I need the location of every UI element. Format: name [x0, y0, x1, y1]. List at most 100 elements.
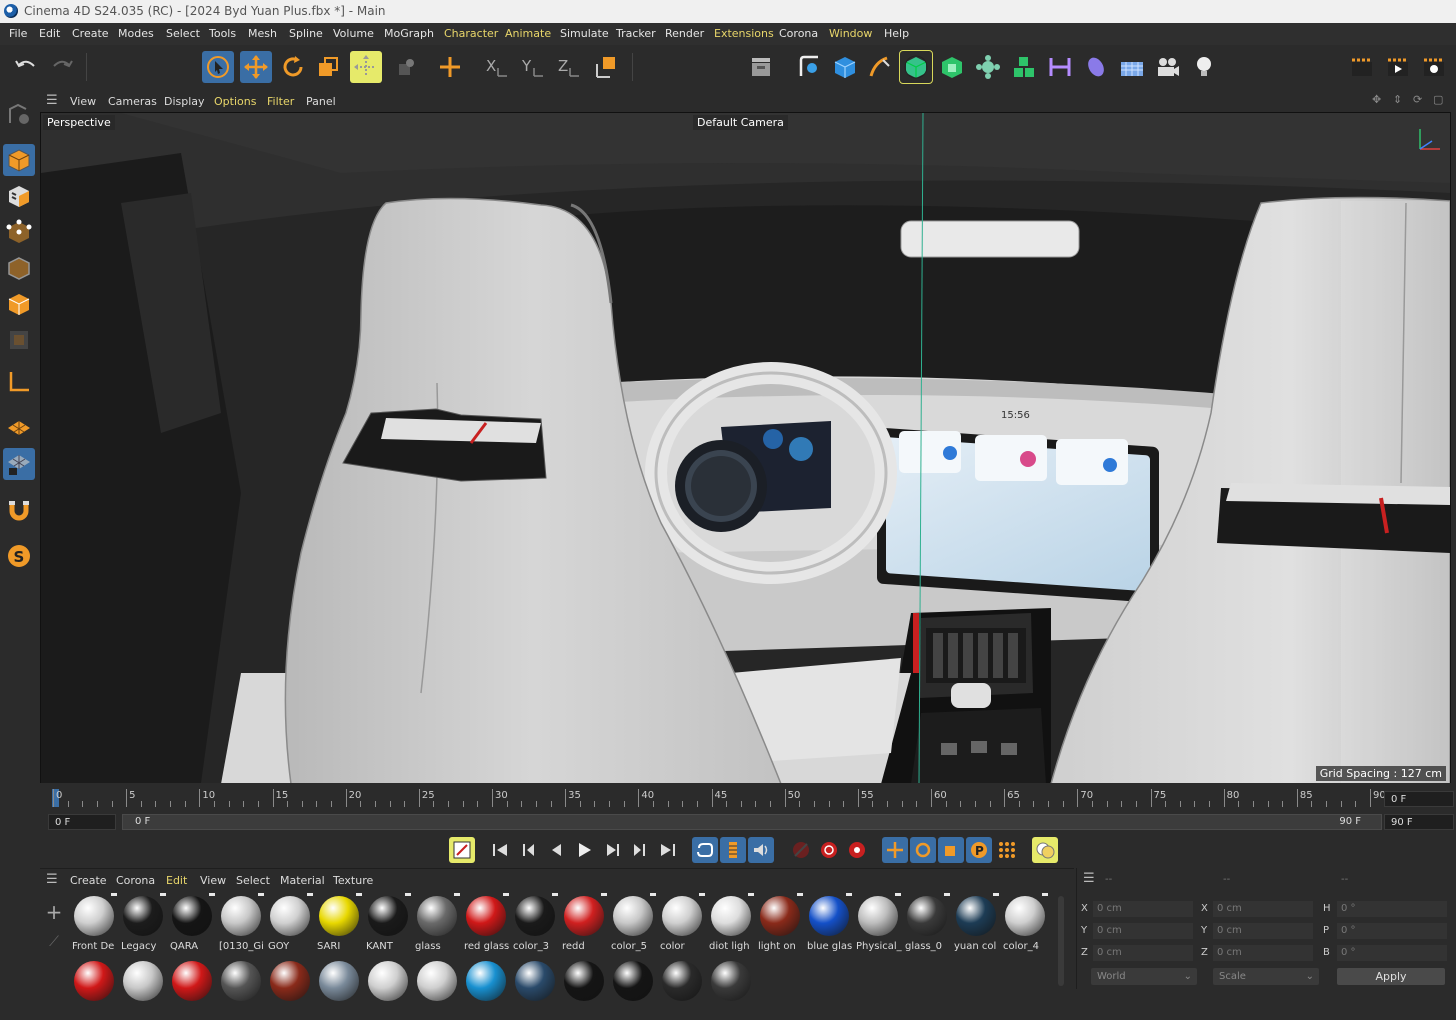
material-menu-view[interactable]: View [200, 874, 226, 887]
loop-icon[interactable] [692, 837, 718, 863]
menu-corona[interactable]: Corona [779, 27, 818, 40]
key-pla-icon[interactable] [994, 837, 1020, 863]
material-swatch[interactable] [562, 958, 608, 1020]
previous-key-icon[interactable] [515, 837, 541, 863]
material-swatch[interactable]: red glass [464, 893, 510, 955]
render-icon[interactable] [1382, 51, 1414, 83]
key-position-icon[interactable] [882, 837, 908, 863]
material-swatch[interactable]: SARI [317, 893, 363, 955]
play-icon[interactable] [571, 837, 597, 863]
material-swatch[interactable]: yuan col [954, 893, 1000, 955]
next-key-icon[interactable] [627, 837, 653, 863]
key-scale-icon[interactable] [938, 837, 964, 863]
material-swatch[interactable] [611, 958, 657, 1020]
material-swatch[interactable]: light on [758, 893, 804, 955]
point-mode-icon[interactable] [3, 216, 35, 248]
material-tool-icon[interactable]: ⟋ [42, 930, 66, 954]
go-to-start-icon[interactable] [487, 837, 513, 863]
workplane-icon[interactable] [3, 412, 35, 444]
render-view-icon[interactable] [745, 51, 777, 83]
coord-space-dropdown[interactable]: World ⌄ [1091, 968, 1197, 985]
coord-value-field[interactable]: 0 cm [1213, 923, 1313, 939]
material-swatch[interactable]: glass [415, 893, 461, 955]
material-swatch[interactable]: blue glas [807, 893, 853, 955]
material-swatch[interactable]: Legacy [121, 893, 167, 955]
material-swatch[interactable] [660, 958, 706, 1020]
cloner-icon[interactable] [972, 51, 1004, 83]
spline-pen-icon[interactable] [793, 51, 825, 83]
texture-mode-icon[interactable] [3, 180, 35, 212]
model-mode-cube-icon[interactable] [3, 144, 35, 176]
viewport-menu-filter[interactable]: Filter [267, 95, 294, 108]
render-region-icon[interactable] [1346, 51, 1378, 83]
material-swatch[interactable] [121, 958, 167, 1020]
pen-icon[interactable] [864, 51, 896, 83]
material-swatch[interactable]: QARA [170, 893, 216, 955]
locked-workplane-icon[interactable] [3, 448, 35, 480]
material-swatch[interactable] [72, 958, 118, 1020]
menu-create[interactable]: Create [72, 27, 109, 40]
scale-icon[interactable] [312, 51, 344, 83]
material-swatch[interactable] [513, 958, 559, 1020]
viewport-rotate-icon[interactable]: ⟳ [1413, 93, 1422, 106]
deformer-icon[interactable] [1044, 51, 1076, 83]
coord-value-field[interactable]: 0 cm [1213, 945, 1313, 961]
viewport-pan-icon[interactable]: ✥ [1372, 93, 1381, 106]
viewport-menu-display[interactable]: Display [164, 95, 205, 108]
array-icon[interactable] [1008, 51, 1040, 83]
timeline-ruler[interactable]: 0 5 10 15 20 25 30 35 40 45 50 55 60 65 70 75 80 85 90 [50, 789, 1386, 809]
preview-range-bar[interactable]: 0 F 90 F [122, 814, 1382, 830]
key-rotation-icon[interactable] [910, 837, 936, 863]
viewport-camera-label[interactable]: Default Camera [693, 115, 788, 130]
menu-simulate[interactable]: Simulate [560, 27, 609, 40]
material-swatch[interactable] [709, 958, 755, 1020]
viewport-maximize-icon[interactable]: ▢ [1433, 93, 1443, 106]
coord-value-field[interactable]: 0 cm [1093, 923, 1193, 939]
material-menu-material[interactable]: Material [280, 874, 325, 887]
material-menu-corona[interactable]: Corona [116, 874, 155, 887]
keyframe-selection-icon[interactable] [844, 837, 870, 863]
material-swatch[interactable]: color_5 [611, 893, 657, 955]
playback-rate-icon[interactable] [720, 837, 746, 863]
light-icon[interactable] [1188, 51, 1220, 83]
material-swatch[interactable] [415, 958, 461, 1020]
move-icon[interactable] [240, 51, 272, 83]
menu-render[interactable]: Render [665, 27, 704, 40]
menu-help[interactable]: Help [884, 27, 909, 40]
material-scrollbar[interactable] [1058, 896, 1064, 986]
floor-icon[interactable] [1116, 51, 1148, 83]
camera-icon[interactable] [1152, 51, 1184, 83]
material-menu-edit[interactable]: Edit [166, 874, 187, 887]
add-null-icon[interactable] [434, 51, 466, 83]
material-swatch[interactable] [170, 958, 216, 1020]
start-frame-field[interactable]: 0 F [48, 814, 116, 830]
live-selection-icon[interactable] [202, 51, 234, 83]
material-swatch[interactable] [464, 958, 510, 1020]
material-swatch[interactable]: GOY [268, 893, 314, 955]
material-swatch[interactable]: KANT [366, 893, 412, 955]
menu-spline[interactable]: Spline [289, 27, 323, 40]
hamburger-icon[interactable]: ☰ [46, 93, 58, 108]
menu-mograph[interactable]: MoGraph [384, 27, 434, 40]
material-swatch[interactable]: color [660, 893, 706, 955]
viewport-menu-panel[interactable]: Panel [306, 95, 336, 108]
menu-animate[interactable]: Animate [505, 27, 551, 40]
material-swatch[interactable]: color_3 [513, 893, 559, 955]
make-editable-icon[interactable] [3, 98, 35, 130]
script-icon[interactable]: S [3, 540, 35, 572]
edge-mode-icon[interactable] [3, 252, 35, 284]
next-frame-icon[interactable] [599, 837, 625, 863]
material-menu-texture[interactable]: Texture [333, 874, 373, 887]
axis-tool-icon[interactable] [3, 366, 35, 398]
rotate-icon[interactable] [277, 51, 309, 83]
material-swatch[interactable]: diot ligh [709, 893, 755, 955]
y-axis-lock-icon[interactable]: Y [516, 51, 548, 83]
menu-volume[interactable]: Volume [333, 27, 374, 40]
autokey-icon[interactable] [816, 837, 842, 863]
coord-value-field[interactable]: 0 ° [1337, 945, 1447, 961]
record-disabled-icon[interactable] [788, 837, 814, 863]
menu-window[interactable]: Window [829, 27, 872, 40]
menu-character[interactable]: Character [444, 27, 498, 40]
material-menu-select[interactable]: Select [236, 874, 270, 887]
viewport-menu-cameras[interactable]: Cameras [108, 95, 157, 108]
